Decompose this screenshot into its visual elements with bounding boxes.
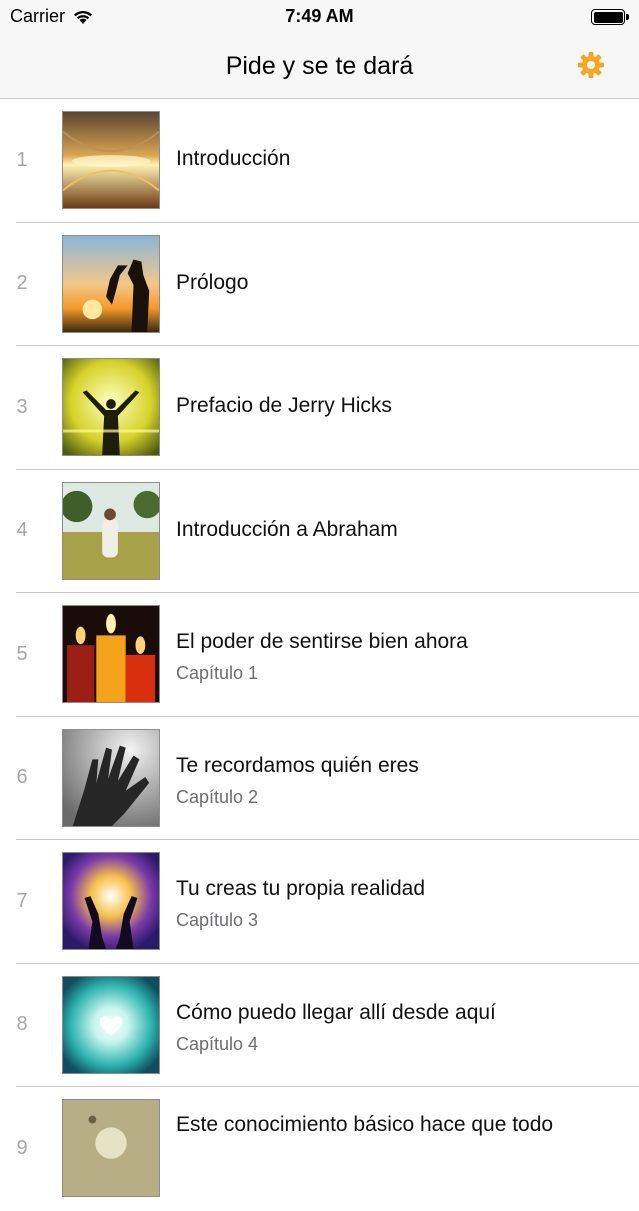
navigation-bar: Pide y se te dará	[0, 34, 639, 99]
list-item[interactable]: 5 El poder de sentirse bien ahora Capítu…	[0, 593, 639, 717]
chapter-number: 2	[16, 272, 28, 294]
chapter-subtitle: Capítulo 3	[176, 910, 259, 930]
chapter-title: Cómo puedo llegar allí desde aquí	[176, 1000, 496, 1024]
chapter-title: Prólogo	[176, 270, 249, 294]
chapter-thumbnail	[62, 605, 160, 703]
chapter-number: 8	[16, 1013, 28, 1035]
chapter-thumbnail	[62, 852, 160, 950]
chapter-title: Prefacio de Jerry Hicks	[176, 394, 392, 417]
list-item[interactable]: 7 Tu creas tu propia realidad Capítulo 3	[0, 840, 639, 964]
list-item[interactable]: 4 Introducción a Abraham	[0, 470, 639, 593]
chapter-title: Este conocimiento básico hace que todo	[176, 1113, 554, 1136]
chapter-thumbnail	[62, 234, 160, 333]
gear-icon	[578, 52, 604, 78]
chapter-title: Te recordamos quién eres	[176, 753, 419, 777]
list-item[interactable]: 9 Este conocimiento básico hace que todo	[0, 1087, 639, 1211]
chapter-number: 6	[16, 766, 28, 788]
list-item[interactable]: 1 Introducción	[0, 99, 639, 223]
chapter-list: 1 Introducción 2 Prólogo 3 Prefacio de J…	[0, 99, 639, 1211]
chapter-subtitle: Capítulo 4	[176, 1033, 259, 1054]
chapter-subtitle: Capítulo 2	[176, 786, 259, 807]
page-title: Pide y se te dará	[225, 52, 414, 80]
battery-icon	[591, 9, 629, 25]
chapter-title: El poder de sentirse bien ahora	[176, 630, 468, 653]
chapter-thumbnail	[62, 481, 160, 580]
chapter-number: 5	[16, 642, 28, 665]
chapter-thumbnail	[62, 358, 160, 456]
chapter-thumbnail	[62, 1099, 160, 1197]
chapter-title: Introducción	[176, 147, 291, 170]
chapter-number: 4	[16, 519, 28, 541]
chapter-number: 3	[16, 395, 28, 418]
list-item[interactable]: 2 Prólogo	[0, 223, 639, 346]
settings-button[interactable]	[577, 51, 605, 79]
chapter-thumbnail	[62, 728, 160, 827]
chapter-subtitle: Capítulo 1	[176, 663, 259, 683]
list-item[interactable]: 3 Prefacio de Jerry Hicks	[0, 346, 639, 470]
chapter-title: Tu creas tu propia realidad	[176, 877, 426, 900]
status-time: 7:49 AM	[285, 6, 354, 26]
chapter-number: 7	[16, 889, 28, 912]
chapter-number: 9	[16, 1136, 28, 1159]
chapter-number: 1	[16, 148, 28, 171]
chapter-title: Introducción a Abraham	[176, 517, 398, 541]
list-item[interactable]: 6 Te recordamos quién eres Capítulo 2	[0, 717, 639, 840]
chapter-thumbnail	[62, 111, 160, 209]
list-item[interactable]: 8 Cómo puedo llegar allí desde aquí Capí…	[0, 964, 639, 1087]
status-bar: Carrier 7:49 AM	[0, 0, 639, 34]
chapter-thumbnail	[62, 975, 160, 1074]
